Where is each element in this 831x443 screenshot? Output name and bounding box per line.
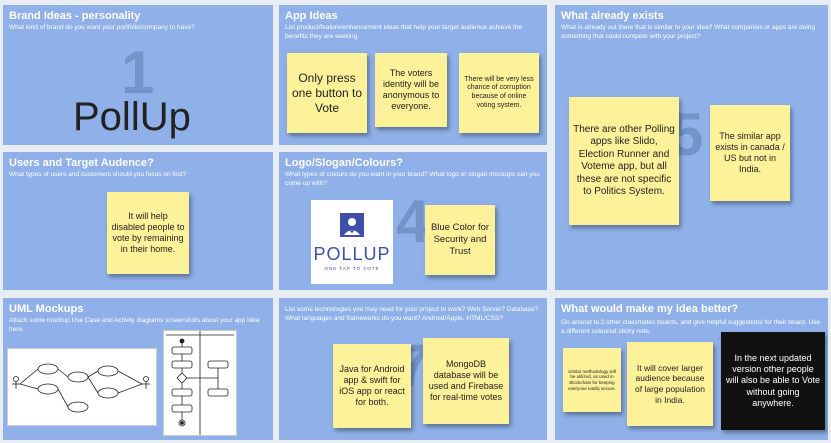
panel-technologies: List some technologies you may need for … (279, 298, 547, 440)
panel-subtitle: What types of colours do you want in you… (285, 171, 540, 187)
sticky-note-dark[interactable]: In the next updated version other people… (721, 332, 825, 430)
sticky-note[interactable]: MongoDB database will be used and Fireba… (423, 338, 509, 424)
panel-subtitle: List product/feature/enhancement ideas t… (285, 24, 523, 40)
panel-title: Logo/Slogan/Colours? (285, 157, 403, 169)
sticky-note[interactable]: It will cover larger audience because of… (627, 342, 713, 426)
use-case-diagram-drawing (12, 363, 150, 413)
sticky-note[interactable]: There will be very less chance of corrup… (459, 53, 539, 133)
sticky-note[interactable]: It will help disabled people to vote by … (107, 192, 189, 274)
sticky-note[interactable]: There are other Polling apps like Slido,… (569, 97, 679, 225)
panel-subtitle: What types of users and customers should… (9, 171, 187, 178)
logo-text: POLLUP (313, 244, 391, 264)
panel-logo-slogan-colours: Logo/Slogan/Colours? What types of colou… (279, 152, 547, 290)
panel-app-ideas: App Ideas List product/feature/enhanceme… (279, 5, 547, 145)
use-case-diagram[interactable] (7, 348, 157, 426)
panel-what-already-exists: What already exists What is already out … (555, 5, 828, 290)
panel-title: Brand Ideas - personality (9, 10, 141, 22)
sticky-note[interactable]: Only press one button to Vote (287, 53, 367, 133)
panel-title: What already exists (561, 10, 664, 22)
panel-brand-ideas: Brand Ideas - personality What kind of b… (3, 5, 273, 145)
panel-uml-mockups: UML Mockups Attach some mockup Use Case … (3, 298, 273, 440)
panel-title: What would make my idea better? (561, 303, 739, 315)
sticky-note[interactable]: Java for Android app & swift for iOS app… (333, 344, 411, 428)
logo-tagline: ONE TAP TO VOTE (324, 266, 380, 271)
panel-title: UML Mockups (9, 303, 84, 315)
sticky-note[interactable]: The similar app exists in canada / US bu… (710, 105, 790, 201)
panel-subtitle: What kind of brand do you want your port… (9, 24, 195, 31)
sticky-note[interactable]: Blue Color for Security and Trust (425, 205, 495, 275)
panel-users-target-audience: Users and Target Audence? What types of … (3, 152, 273, 290)
panel-idea-better: What would make my idea better? Go aroun… (555, 298, 828, 440)
panel-number: 1 (121, 39, 155, 106)
sticky-note[interactable]: similar methodology will be utilized, as… (563, 348, 621, 412)
panel-subtitle: What is already out there that is simila… (561, 24, 815, 40)
brand-name[interactable]: PollUp (73, 95, 191, 140)
activity-diagram[interactable] (163, 330, 237, 436)
panel-title: Users and Target Audence? (9, 157, 154, 169)
panel-title: App Ideas (285, 10, 338, 22)
activity-diagram-drawing (166, 331, 234, 435)
panel-subtitle: List some technologies you may need for … (285, 306, 539, 322)
sticky-note[interactable]: The voters identity will be anonymous to… (375, 53, 447, 127)
voter-icon (340, 213, 364, 237)
logo-mockup[interactable]: POLLUP ONE TAP TO VOTE (311, 200, 393, 284)
